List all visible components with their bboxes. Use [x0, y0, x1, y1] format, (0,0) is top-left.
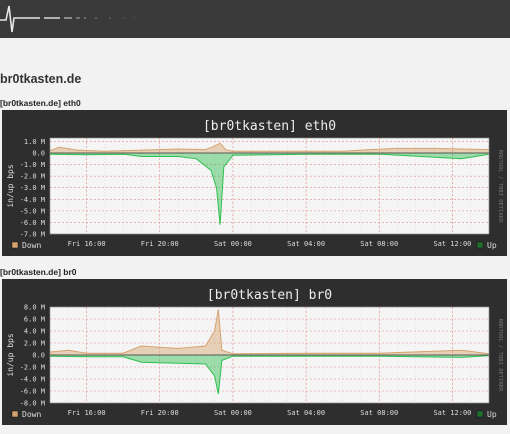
br0-traffic-graph[interactable]: Fri 16:00 Fri 20:00 Sat 00:00 Sat 04:00 Sat …	[2, 279, 507, 425]
y-tick-label: -4.0 M	[20, 196, 45, 204]
y-tick-label: -6.0 M	[20, 388, 45, 396]
x-tick-label: Sat 04:00	[287, 240, 325, 248]
chart-title: [br0tkasten] br0	[207, 288, 332, 303]
rrdtool-watermark: RRDTOOL / TOBI OETIKER	[497, 319, 503, 393]
legend-swatch-down	[11, 241, 19, 249]
x-tick-label: Fri 16:00	[68, 240, 106, 248]
y-tick-label: 6.0 M	[24, 316, 45, 324]
x-tick-label: Fri 16:00	[68, 409, 106, 417]
legend-label-down: Down	[22, 241, 41, 250]
legend-label-up: Up	[487, 410, 497, 419]
legend-swatch-up	[476, 241, 484, 249]
x-tick-label: Sat 00:00	[214, 240, 252, 248]
y-tick-label: -1.0 M	[20, 161, 45, 169]
legend-swatch-down	[11, 410, 19, 418]
y-tick-label: -5.0 M	[20, 207, 45, 215]
section-title-br0: [br0tkasten.de] br0	[0, 267, 77, 277]
x-tick-label: Sat 04:00	[287, 409, 325, 417]
legend-label-down: Down	[22, 410, 41, 419]
x-tick-label: Sat 08:00	[360, 240, 398, 248]
x-tick-label: Sat 12:00	[433, 240, 471, 248]
chart-title: [br0tkasten] eth0	[203, 119, 336, 134]
y-tick-label: 8.0 M	[24, 304, 45, 312]
y-tick-label: -4.0 M	[20, 376, 45, 384]
y-tick-label: -2.0 M	[20, 364, 45, 372]
y-tick-label: 1.0 M	[24, 138, 45, 146]
eth0-traffic-graph[interactable]: Fri 16:00 Fri 20:00 Sat 00:00 Sat 04:00 Sat …	[2, 110, 507, 256]
y-tick-label: -8.0 M	[20, 400, 45, 408]
y-tick-label: 4.0 M	[24, 328, 45, 336]
main-content: br0tkasten.de [br0tkasten.de] eth0 Fri 1…	[0, 38, 510, 434]
y-axis-label: in/up bps	[6, 333, 15, 377]
y-tick-label: -7.0 M	[20, 231, 45, 239]
x-tick-label: Sat 08:00	[360, 409, 398, 417]
br0-chart: Fri 16:00 Fri 20:00 Sat 00:00 Sat 04:00 Sat …	[2, 279, 507, 425]
y-tick-label: -6.0 M	[20, 219, 45, 227]
legend-label-up: Up	[487, 241, 497, 250]
rrdtool-watermark: RRDTOOL / TOBI OETIKER	[497, 150, 503, 224]
y-tick-label: 0.0	[32, 352, 45, 360]
y-axis-label: in/up bps	[6, 164, 15, 208]
eth0-chart: Fri 16:00 Fri 20:00 Sat 00:00 Sat 04:00 Sat …	[2, 110, 507, 256]
x-tick-label: Sat 00:00	[214, 409, 252, 417]
x-tick-label: Fri 20:00	[141, 240, 179, 248]
y-tick-label: 2.0 M	[24, 340, 45, 348]
y-tick-label: 0.0	[32, 150, 45, 158]
top-bar	[0, 0, 510, 38]
heartbeat-logo-icon[interactable]	[0, 0, 150, 38]
host-title: br0tkasten.de	[0, 72, 82, 86]
x-tick-label: Sat 12:00	[433, 409, 471, 417]
legend-swatch-up	[476, 410, 484, 418]
x-tick-label: Fri 20:00	[141, 409, 179, 417]
y-tick-label: -2.0 M	[20, 173, 45, 181]
y-tick-label: -3.0 M	[20, 184, 45, 192]
section-title-eth0: [br0tkasten.de] eth0	[0, 98, 81, 108]
